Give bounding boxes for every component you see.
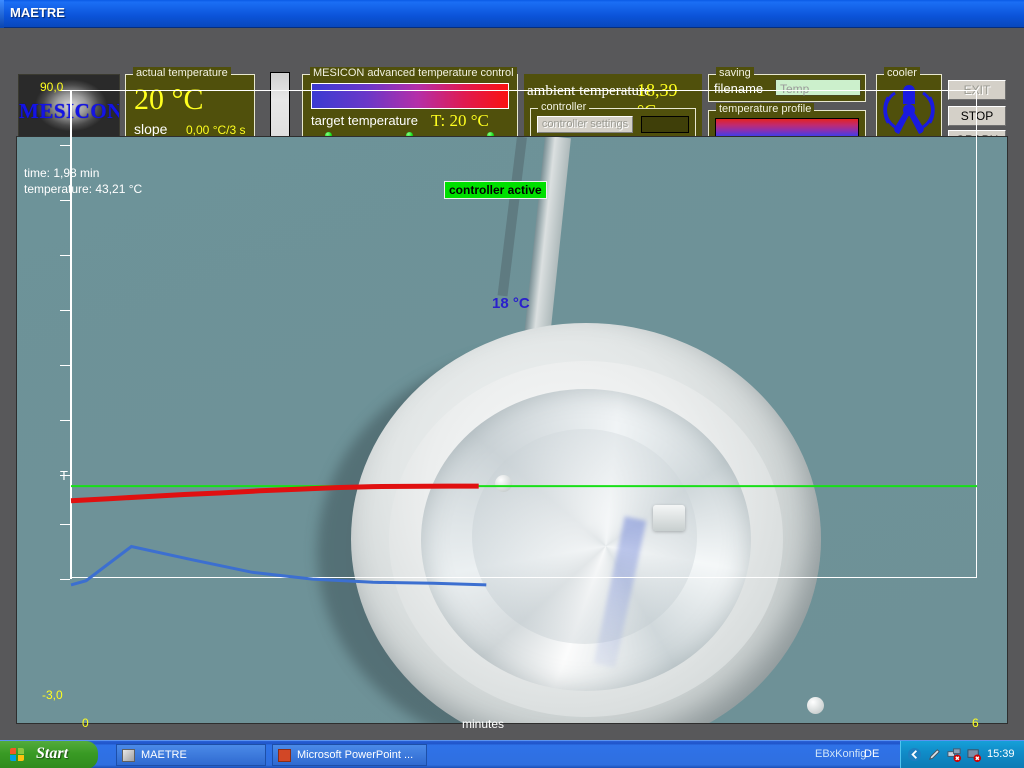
background-photo: [17, 137, 1007, 723]
app-icon: [122, 749, 135, 762]
tray-language-label: DE: [864, 748, 880, 760]
start-button-label: Start: [36, 745, 69, 762]
application-window: MAETRE MESICON actual temperature 20 °C …: [0, 0, 1024, 768]
actual-temperature-value: 20 °C: [134, 83, 204, 116]
actual-temperature-legend: actual temperature: [133, 67, 231, 79]
filename-input[interactable]: Temp: [775, 79, 861, 96]
device-bolt-lower-right: [807, 697, 824, 714]
system-tray: EBxKonfig DE 15:39: [815, 741, 1024, 768]
mesicon-logo: MESICON: [18, 74, 120, 142]
advanced-temperature-control-panel: MESICON advanced temperature control tar…: [302, 67, 518, 142]
network-warning-icon[interactable]: [947, 747, 962, 762]
exit-button[interactable]: EXIT: [948, 80, 1006, 100]
stop-button[interactable]: STOP: [948, 106, 1006, 126]
windows-flag-icon: [10, 748, 25, 762]
saving-panel: saving filename Temp: [708, 67, 866, 102]
device-cable: [523, 137, 571, 348]
controller-readout-field: [641, 116, 689, 133]
filename-label: filename: [714, 81, 764, 96]
controller-legend: controller: [538, 101, 590, 113]
slope-label: slope: [134, 121, 168, 137]
fan-icon: [883, 85, 935, 134]
ambient-temperature-label: ambient temperature: [527, 83, 651, 99]
cooler-panel: cooler: [876, 67, 942, 145]
app-body: MESICON actual temperature 20 °C slope 0…: [0, 28, 1024, 740]
graph-panel[interactable]: [16, 136, 1008, 724]
device-bolt-upper-left: [495, 475, 512, 492]
tray-clock: 15:39: [987, 748, 1015, 760]
display-error-icon[interactable]: [967, 747, 982, 762]
power-gauge-track: [270, 72, 290, 140]
title-bar: MAETRE: [0, 0, 1024, 28]
window-title: MAETRE: [10, 5, 65, 20]
advanced-control-legend: MESICON advanced temperature control: [310, 67, 517, 79]
start-button[interactable]: Start: [0, 741, 98, 768]
controller-settings-button[interactable]: controller settings: [537, 116, 633, 133]
cable-shadow: [497, 137, 527, 297]
temperature-gradient-slider[interactable]: [311, 83, 509, 109]
target-temperature-value: T: 20 °C: [431, 111, 489, 130]
temperature-profile-legend: temperature profile: [716, 103, 815, 115]
taskbar-item-label: Microsoft PowerPoint ...: [297, 749, 414, 761]
device-clip: [653, 505, 685, 531]
pen-icon[interactable]: [927, 747, 942, 762]
saving-legend: saving: [716, 67, 754, 79]
actual-temperature-panel: actual temperature 20 °C slope 0,00 °C/3…: [125, 67, 255, 142]
title-bar-accent: [0, 0, 4, 28]
slope-value: 0,00 °C/3 s: [186, 123, 246, 137]
mesicon-logo-text: MESICON: [19, 99, 120, 123]
powerpoint-icon: [278, 749, 291, 762]
taskbar-item-powerpoint[interactable]: Microsoft PowerPoint ...: [272, 744, 427, 766]
filename-placeholder: Temp: [780, 82, 810, 96]
chevron-left-icon[interactable]: [907, 747, 922, 762]
tray-config-label: EBxKonfig: [815, 748, 867, 760]
taskbar-item-label: MAETRE: [141, 749, 187, 761]
controller-panel: controller controller settings: [530, 101, 696, 138]
taskbar: Start MAETRE Microsoft PowerPoint ... EB…: [0, 740, 1024, 768]
toolbar: MESICON actual temperature 20 °C slope 0…: [0, 28, 1024, 156]
target-temperature-label: target temperature: [311, 113, 418, 128]
device-core: [472, 429, 697, 644]
taskbar-item-maetre[interactable]: MAETRE: [116, 744, 266, 766]
cooler-legend: cooler: [884, 67, 920, 79]
